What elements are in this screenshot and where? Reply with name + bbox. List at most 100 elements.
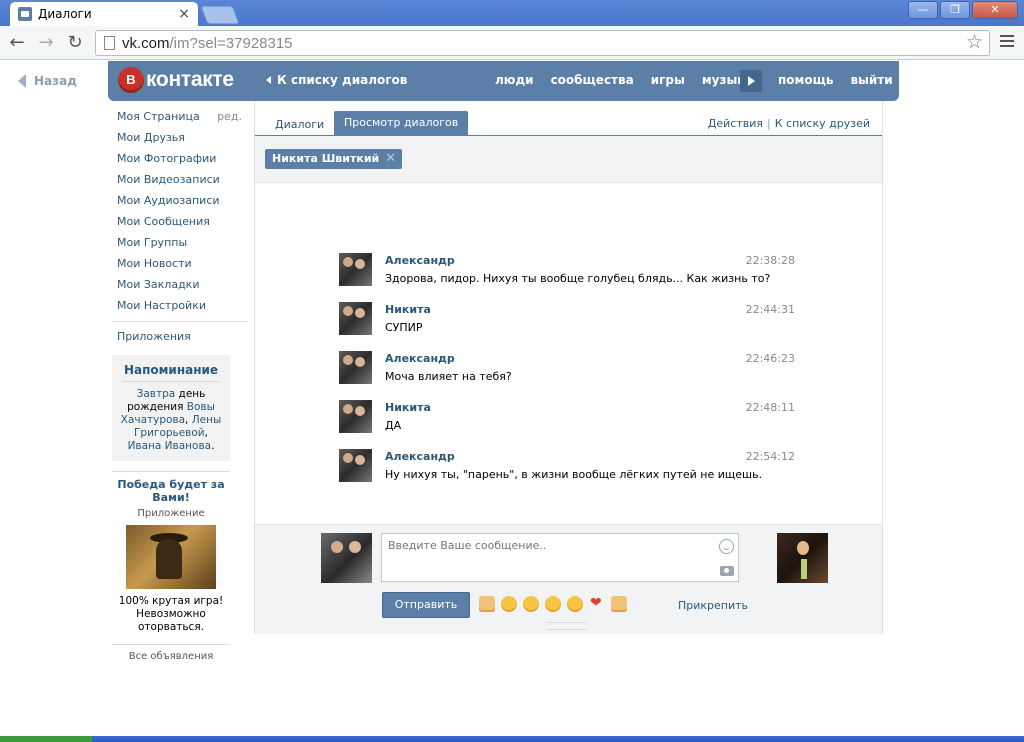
start-button[interactable]	[0, 736, 92, 742]
window-titlebar: Диалоги × — ❐ ✕	[0, 0, 1024, 26]
reminder-tomorrow-link[interactable]: Завтра	[137, 388, 176, 400]
sidebar-item-messages[interactable]: Мои Сообщения	[112, 213, 248, 234]
message-author[interactable]: Никита	[385, 303, 431, 316]
address-bar[interactable]: vk.com/im?sel=37928315 ☆	[95, 30, 990, 56]
message-composer: Отправить Прикрепить	[255, 524, 882, 634]
sidebar-item-my-page[interactable]: Моя Страница ред.	[112, 108, 248, 129]
back-label: Назад	[34, 74, 77, 88]
nav-help[interactable]: помощь	[778, 73, 833, 87]
ad-block: Победа будет за Вами! Приложение 100% кр…	[112, 471, 230, 662]
sidebar-item-news[interactable]: Мои Новости	[112, 255, 248, 276]
minimize-button[interactable]: —	[908, 1, 938, 19]
thumbs-up-icon[interactable]	[479, 596, 495, 612]
nav-games[interactable]: игры	[651, 73, 685, 87]
message-author[interactable]: Никита	[385, 401, 431, 414]
smile-emoji-icon[interactable]	[501, 596, 517, 612]
message-author[interactable]: Александр	[385, 352, 455, 365]
url-path: /im?sel=37928315	[169, 35, 293, 52]
avatar[interactable]	[339, 253, 372, 286]
top-nav: люди сообщества игры музыка	[495, 73, 771, 87]
tab-dialogs[interactable]: Диалоги	[275, 118, 324, 131]
attach-link[interactable]: Прикрепить	[678, 599, 748, 612]
new-tab-button[interactable]	[200, 6, 240, 24]
sidebar-item-settings[interactable]: Мои Настройки	[112, 297, 248, 318]
all-ads-link[interactable]: Все объявления	[112, 644, 230, 662]
nav-people[interactable]: люди	[495, 73, 534, 87]
reminder-comma: ,	[204, 427, 208, 439]
tab-view-dialogs[interactable]: Просмотр диалогов	[334, 111, 469, 135]
reminder-text: Завтра день рождения Вовы Хачатурова, Ле…	[116, 388, 226, 453]
send-button[interactable]: Отправить	[382, 592, 470, 618]
bookmark-star-icon[interactable]: ☆	[966, 31, 983, 53]
play-icon[interactable]	[740, 70, 762, 92]
edit-link[interactable]: ред.	[217, 108, 242, 125]
friends-list-link[interactable]: К списку друзей	[775, 117, 870, 130]
tab-close-icon[interactable]: ×	[178, 6, 190, 22]
message-time: 22:38:28	[745, 254, 795, 267]
sidebar-item-friends[interactable]: Мои Друзья	[112, 129, 248, 150]
window-controls: — ❐ ✕	[908, 1, 1018, 19]
kiss-emoji-icon[interactable]	[567, 596, 583, 612]
message-text: СУПИР	[385, 321, 423, 334]
nav-communities[interactable]: сообщества	[551, 73, 634, 87]
sidebar-item-groups[interactable]: Мои Группы	[112, 234, 248, 255]
message-item: Александр 22:54:12 Ну нихуя ты, "парень"…	[339, 449, 795, 489]
message-input-box[interactable]	[381, 533, 739, 582]
close-icon[interactable]: ✕	[385, 149, 396, 169]
reload-icon[interactable]: ↻	[64, 32, 86, 54]
my-avatar[interactable]	[321, 533, 372, 583]
vk-logo[interactable]: B контакте	[118, 67, 234, 93]
message-input[interactable]	[386, 538, 710, 553]
sidebar-item-label: Моя Страница	[117, 110, 200, 123]
reminder-comma: ,	[185, 414, 192, 426]
laugh-emoji-icon[interactable]	[523, 596, 539, 612]
ad-title[interactable]: Победа будет за Вами!	[112, 478, 230, 504]
rolling-eyes-emoji-icon[interactable]	[545, 596, 561, 612]
top-nav-secondary: помощь выйти	[778, 73, 910, 87]
logo-text: контакте	[146, 68, 234, 91]
url-text: vk.com/im?sel=37928315	[122, 35, 293, 52]
avatar[interactable]	[339, 351, 372, 384]
back-to-dialogs-label: К списку диалогов	[277, 73, 408, 87]
nav-logout[interactable]: выйти	[850, 73, 892, 87]
browser-toolbar: ← → ↻ vk.com/im?sel=37928315 ☆	[0, 26, 1024, 60]
maximize-button[interactable]: ❐	[940, 1, 970, 19]
site-header: B контакте К списку диалогов люди сообще…	[108, 61, 899, 101]
back-to-dialogs-link[interactable]: К списку диалогов	[266, 73, 407, 87]
avatar[interactable]	[339, 302, 372, 335]
message-item: Александр 22:38:28 Здорова, пидор. Нихуя…	[339, 253, 795, 293]
reminder-period: .	[211, 440, 215, 452]
camera-icon[interactable]	[720, 566, 734, 576]
ad-image[interactable]	[126, 525, 216, 589]
reminder-person-link[interactable]: Ивана Иванова	[128, 440, 212, 452]
sidebar-item-photos[interactable]: Мои Фотографии	[112, 150, 248, 171]
sidebar-item-videos[interactable]: Мои Видеозаписи	[112, 171, 248, 192]
peer-chip[interactable]: Никита Швиткий ✕	[265, 149, 403, 169]
message-author[interactable]: Александр	[385, 450, 455, 463]
back-link[interactable]: Назад	[18, 74, 77, 88]
sidebar-item-bookmarks[interactable]: Мои Закладки	[112, 276, 248, 297]
forward-arrow-icon[interactable]: →	[35, 32, 57, 54]
ad-subtitle: Приложение	[137, 508, 205, 519]
sidebar-item-apps[interactable]: Приложения	[112, 328, 248, 349]
actions-link[interactable]: Действия	[708, 117, 763, 130]
tab-title: Диалоги	[38, 7, 92, 21]
message-author[interactable]: Александр	[385, 254, 455, 267]
avatar[interactable]	[339, 400, 372, 433]
avatar[interactable]	[339, 449, 372, 482]
taskbar	[0, 736, 1024, 742]
sidebar-item-audios[interactable]: Мои Аудиозаписи	[112, 192, 248, 213]
message-item: Никита 22:48:11 ДА	[339, 400, 795, 440]
message-time: 22:54:12	[745, 450, 795, 463]
resize-grip[interactable]	[547, 622, 587, 630]
peer-name: Никита Швиткий	[272, 152, 380, 165]
peer-avatar[interactable]	[777, 533, 828, 583]
ok-hand-icon[interactable]	[611, 596, 627, 612]
smile-icon[interactable]	[719, 539, 734, 554]
menu-icon[interactable]	[1000, 35, 1014, 50]
close-window-button[interactable]: ✕	[972, 1, 1018, 19]
heart-icon[interactable]	[589, 595, 605, 612]
browser-tab[interactable]: Диалоги ×	[10, 2, 198, 26]
sidebar-divider	[112, 321, 248, 322]
back-arrow-icon[interactable]: ←	[6, 32, 28, 54]
